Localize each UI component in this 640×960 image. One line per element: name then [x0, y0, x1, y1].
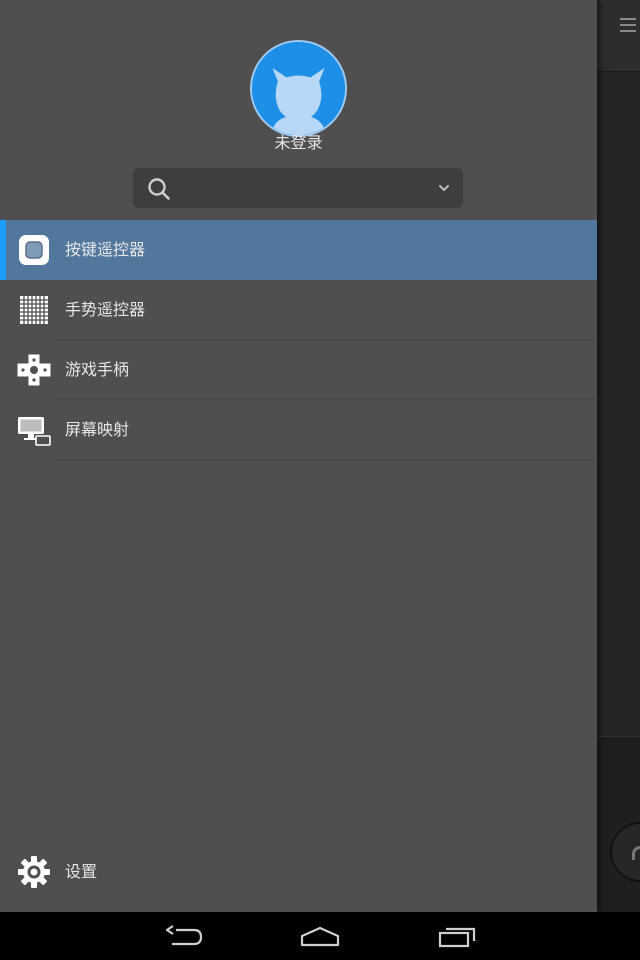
gear-icon: [18, 856, 50, 888]
search-box[interactable]: [133, 168, 463, 208]
menu-item-key-remote[interactable]: 按键遥控器: [0, 220, 597, 280]
house-icon: [632, 846, 640, 860]
hamburger-menu-icon[interactable]: [620, 18, 636, 36]
settings-button[interactable]: 设置: [0, 842, 597, 902]
screen-mirror-icon: [18, 417, 51, 446]
main-content-panel: [596, 0, 640, 912]
avatar[interactable]: [250, 40, 347, 137]
navigation-drawer: 未登录 按键遥控器 手势遥控器 游戏手柄 屏幕映射 设置: [0, 0, 597, 912]
gamepad-icon: [17, 354, 51, 386]
recents-icon: [438, 927, 476, 948]
divider: [56, 459, 597, 460]
menu-item-gamepad[interactable]: 游戏手柄: [0, 340, 597, 400]
menu-item-gesture-remote[interactable]: 手势遥控器: [0, 280, 597, 340]
user-name-label[interactable]: 未登录: [0, 132, 597, 154]
menu-item-label: 手势遥控器: [65, 300, 146, 319]
back-button[interactable]: [164, 922, 204, 952]
recents-button[interactable]: [437, 922, 477, 952]
content-header: [596, 0, 640, 72]
home-icon: [300, 926, 340, 947]
menu-list: 按键遥控器 手势遥控器 游戏手柄 屏幕映射: [0, 220, 597, 460]
back-icon: [165, 925, 203, 946]
menu-item-screen-mirror[interactable]: 屏幕映射: [0, 400, 597, 460]
menu-item-label: 屏幕映射: [65, 420, 130, 439]
search-icon[interactable]: [147, 177, 171, 201]
settings-label: 设置: [65, 862, 98, 881]
menu-item-label: 游戏手柄: [65, 360, 130, 379]
menu-item-label: 按键遥控器: [65, 240, 146, 259]
system-navigation-bar: [0, 912, 640, 960]
home-button[interactable]: [298, 922, 342, 952]
chevron-down-icon[interactable]: [438, 183, 450, 193]
user-avatar-icon: [252, 42, 345, 135]
gesture-grid-icon: [20, 296, 48, 324]
search-input[interactable]: [181, 174, 421, 202]
keypad-remote-icon: [19, 235, 49, 265]
